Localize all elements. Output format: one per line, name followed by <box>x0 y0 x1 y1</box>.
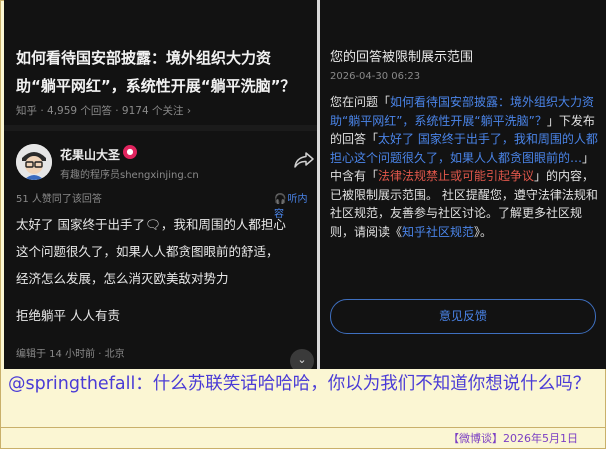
avatar-illustration-icon <box>16 144 52 180</box>
answer-tail: 拒绝躺平 人人有责 <box>16 308 120 323</box>
author-name[interactable]: 花果山大圣 <box>60 146 120 163</box>
question-title[interactable]: 如何看待国安部披露：境外组织大力资助“躺平网红”，系统性开展“躺平洗脑”？ <box>16 44 308 100</box>
feedback-button[interactable]: 意见反馈 <box>330 299 596 334</box>
question-meta[interactable]: 知乎 · 4,959 个回答 · 9174 个关注 › <box>16 103 191 118</box>
answer-line: 这个问题很久了，如果人人都贪图眼前的舒适， <box>16 244 279 259</box>
upvote-count: 51 人赞同了该回答 <box>16 194 102 205</box>
body-text: 您在问题「 <box>330 95 391 109</box>
edited-meta: 编辑于 14 小时前 · 北京 <box>16 349 125 360</box>
weibo-comment: @springthefall：什么苏联笑话哈哈哈，你以为我们不知道你想说什么吗？ <box>8 374 591 394</box>
notification-time: 2026-04-30 06:23 <box>330 71 421 82</box>
share-icon[interactable] <box>293 150 315 170</box>
section-divider <box>4 125 317 131</box>
answer-line: 太好了 国家终于出手了🗨，我和周围的人都担心 <box>16 217 286 232</box>
footer-date: 【微博谈】2026年5月1日 <box>448 432 578 445</box>
zhihu-answer-panel: 如何看待国安部披露：境外组织大力资助“躺平网红”，系统性开展“躺平洗脑”？ 知乎… <box>4 0 317 369</box>
author-badge-icon: ● <box>123 145 137 159</box>
notification-panel: 您的回答被限制展示范围 2026-04-30 06:23 您在问题「如何看待国安… <box>320 0 606 369</box>
collapse-button[interactable]: ⌄ <box>290 349 314 369</box>
author-description: 有趣的程序员shengxinjing.cn <box>60 170 199 181</box>
body-text: 》。 <box>474 224 493 239</box>
headphones-icon: 🎧 <box>274 194 287 205</box>
author-avatar[interactable] <box>16 144 52 180</box>
notification-title: 您的回答被限制展示范围 <box>330 50 474 65</box>
notification-body: 您在问题「如何看待国安部披露：境外组织大力资助“躺平网红”，系统性开展“躺平洗脑… <box>330 93 598 241</box>
answer-content[interactable]: 太好了 国家终于出手了🗨，我和周围的人都担心 这个问题很久了，如果人人都贪图眼前… <box>16 211 308 329</box>
footer-divider <box>0 427 606 428</box>
rules-link[interactable]: 知乎社区规范 <box>402 225 474 239</box>
answer-line: 经济怎么发展，怎么消灭欧美敌对势力 <box>16 271 229 286</box>
violation-reason: 法律法规禁止或可能引起争议 <box>378 169 535 183</box>
